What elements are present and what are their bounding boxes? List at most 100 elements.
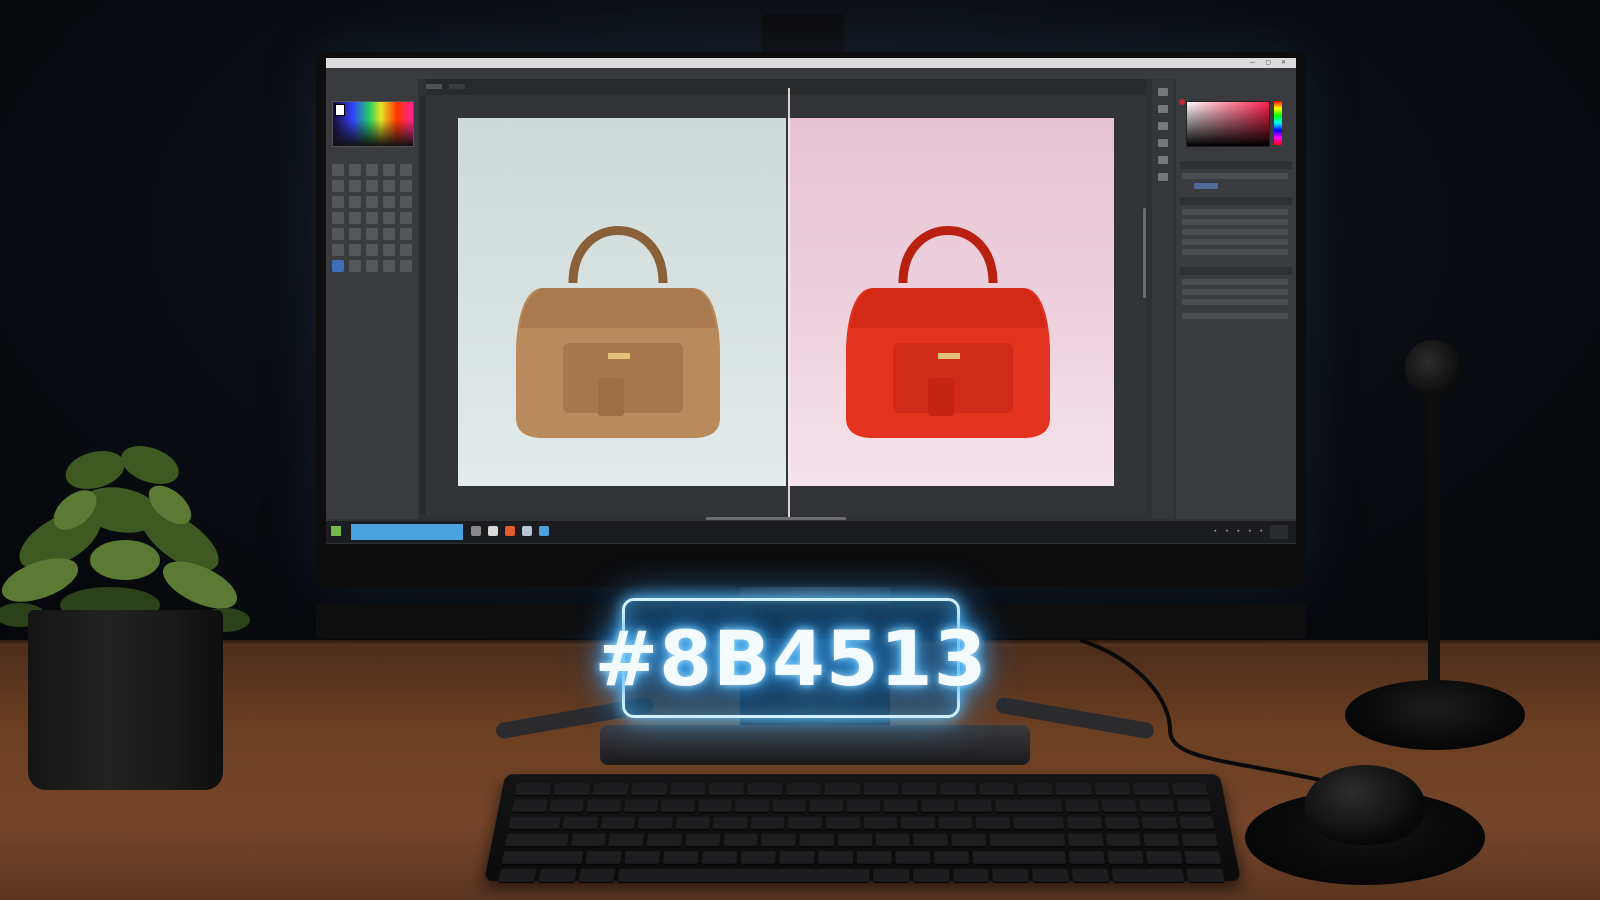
history-panel-icon[interactable] bbox=[1158, 88, 1168, 96]
shape-tool-icon[interactable] bbox=[366, 212, 378, 224]
hex-color-code: #8B4513 bbox=[595, 614, 988, 703]
taskbar-app-icon[interactable] bbox=[522, 526, 532, 536]
potted-plant bbox=[0, 420, 260, 800]
keyboard[interactable] bbox=[484, 774, 1241, 881]
frame-tool-icon[interactable] bbox=[332, 244, 344, 256]
monitor-screen: — ▢ ✕ • • • • • bbox=[326, 58, 1296, 544]
adjustments-section-header[interactable] bbox=[1180, 161, 1292, 169]
layer-row[interactable] bbox=[1182, 299, 1288, 305]
properties-panel-icon[interactable] bbox=[1158, 105, 1168, 113]
property-row[interactable] bbox=[1182, 239, 1288, 245]
sharpen-tool-icon[interactable] bbox=[400, 260, 412, 272]
selected-tool-icon[interactable] bbox=[332, 260, 344, 272]
before-image bbox=[458, 118, 786, 486]
brown-handbag bbox=[488, 193, 748, 453]
computer-mouse[interactable] bbox=[1305, 765, 1425, 845]
taskbar-clock[interactable] bbox=[1270, 525, 1288, 539]
pen-tool-icon[interactable] bbox=[400, 196, 412, 208]
eyedropper-tool-icon[interactable] bbox=[332, 180, 344, 192]
history-brush-tool-icon[interactable] bbox=[400, 180, 412, 192]
document-tab-bar bbox=[426, 79, 1146, 89]
window-controls[interactable]: — ▢ ✕ bbox=[1249, 58, 1290, 68]
desk-scene: — ▢ ✕ • • • • • #8B4513 bbox=[0, 0, 1600, 900]
taskbar-app-icon[interactable] bbox=[471, 526, 481, 536]
vertical-scrollbar[interactable] bbox=[1143, 208, 1146, 298]
zoom-tool-icon[interactable] bbox=[400, 212, 412, 224]
type-tool-icon[interactable] bbox=[332, 212, 344, 224]
hue-slider[interactable] bbox=[1274, 101, 1282, 145]
ruler-tool-icon[interactable] bbox=[366, 244, 378, 256]
after-image bbox=[788, 118, 1114, 486]
property-row[interactable] bbox=[1182, 229, 1288, 235]
property-row[interactable] bbox=[1182, 209, 1288, 215]
canvas-area[interactable] bbox=[426, 95, 1146, 515]
quick-select-tool-icon[interactable] bbox=[383, 164, 395, 176]
selected-adjustment[interactable] bbox=[1194, 183, 1218, 189]
move-tool-icon[interactable] bbox=[332, 164, 344, 176]
layer-row[interactable] bbox=[1182, 279, 1288, 285]
marquee-tool-icon[interactable] bbox=[349, 164, 361, 176]
properties-section-header[interactable] bbox=[1180, 197, 1292, 205]
menu-bar bbox=[326, 68, 1296, 79]
note-tool-icon[interactable] bbox=[383, 244, 395, 256]
taskbar-app-icon[interactable] bbox=[539, 526, 549, 536]
webcam bbox=[762, 14, 844, 52]
count-tool-icon[interactable] bbox=[400, 244, 412, 256]
os-taskbar: • • • • • bbox=[326, 520, 1296, 543]
adjustments-panel-icon[interactable] bbox=[1158, 122, 1168, 130]
red-handbag bbox=[818, 193, 1078, 453]
layer-row[interactable] bbox=[1182, 289, 1288, 295]
crop-tool-icon[interactable] bbox=[400, 164, 412, 176]
dodge-tool-icon[interactable] bbox=[383, 196, 395, 208]
screen-mode-icon[interactable] bbox=[400, 228, 412, 240]
paths-panel-icon[interactable] bbox=[1158, 173, 1168, 181]
monitor: — ▢ ✕ • • • • • bbox=[316, 52, 1306, 587]
histogram bbox=[332, 101, 414, 147]
foreground-color-icon[interactable] bbox=[349, 228, 361, 240]
artboard-tool-icon[interactable] bbox=[349, 260, 361, 272]
healing-tool-icon[interactable] bbox=[349, 180, 361, 192]
desk-lamp-head bbox=[1405, 340, 1461, 396]
before-after-divider[interactable] bbox=[788, 88, 790, 518]
app-titlebar: — ▢ ✕ bbox=[326, 58, 1296, 68]
brush-panel-icon[interactable] bbox=[1158, 139, 1168, 147]
taskbar-app-icon[interactable] bbox=[505, 526, 515, 536]
smudge-tool-icon[interactable] bbox=[383, 260, 395, 272]
hex-color-badge: #8B4513 bbox=[622, 598, 960, 718]
edit-toolbar-icon[interactable] bbox=[332, 228, 344, 240]
layers-section-header[interactable] bbox=[1180, 267, 1292, 275]
color-swatch[interactable] bbox=[335, 104, 345, 116]
start-button-icon[interactable] bbox=[331, 526, 341, 536]
clone-stamp-tool-icon[interactable] bbox=[383, 180, 395, 192]
document-canvas[interactable] bbox=[458, 118, 1114, 486]
monitor-stand-base bbox=[600, 725, 1030, 765]
quick-mask-icon[interactable] bbox=[383, 228, 395, 240]
right-panel bbox=[1176, 79, 1296, 519]
slice-tool-icon[interactable] bbox=[349, 244, 361, 256]
system-tray-icons[interactable]: • • • • • bbox=[1214, 528, 1266, 535]
lasso-tool-icon[interactable] bbox=[366, 164, 378, 176]
channels-panel-icon[interactable] bbox=[1158, 156, 1168, 164]
taskbar-app-icon[interactable] bbox=[488, 526, 498, 536]
brush-tool-icon[interactable] bbox=[366, 180, 378, 192]
background-color-icon[interactable] bbox=[366, 228, 378, 240]
taskbar-search[interactable] bbox=[351, 524, 463, 540]
plant-pot bbox=[28, 610, 223, 790]
panel-icon-strip bbox=[1152, 79, 1174, 519]
property-row[interactable] bbox=[1182, 249, 1288, 255]
blur-tool-icon[interactable] bbox=[366, 196, 378, 208]
path-select-tool-icon[interactable] bbox=[349, 212, 361, 224]
property-row[interactable] bbox=[1182, 219, 1288, 225]
adjustment-row[interactable] bbox=[1182, 173, 1288, 179]
left-panel bbox=[326, 79, 418, 519]
hand-tool-icon[interactable] bbox=[383, 212, 395, 224]
sponge-tool-icon[interactable] bbox=[366, 260, 378, 272]
tools-grid bbox=[332, 164, 414, 272]
layer-actions-row[interactable] bbox=[1182, 313, 1288, 319]
keyboard-keys bbox=[497, 783, 1225, 887]
desk-lamp-pole bbox=[1428, 390, 1440, 690]
gradient-tool-icon[interactable] bbox=[349, 196, 361, 208]
eraser-tool-icon[interactable] bbox=[332, 196, 344, 208]
color-picker-field[interactable] bbox=[1186, 101, 1270, 147]
foreground-swatch[interactable] bbox=[1179, 99, 1185, 105]
